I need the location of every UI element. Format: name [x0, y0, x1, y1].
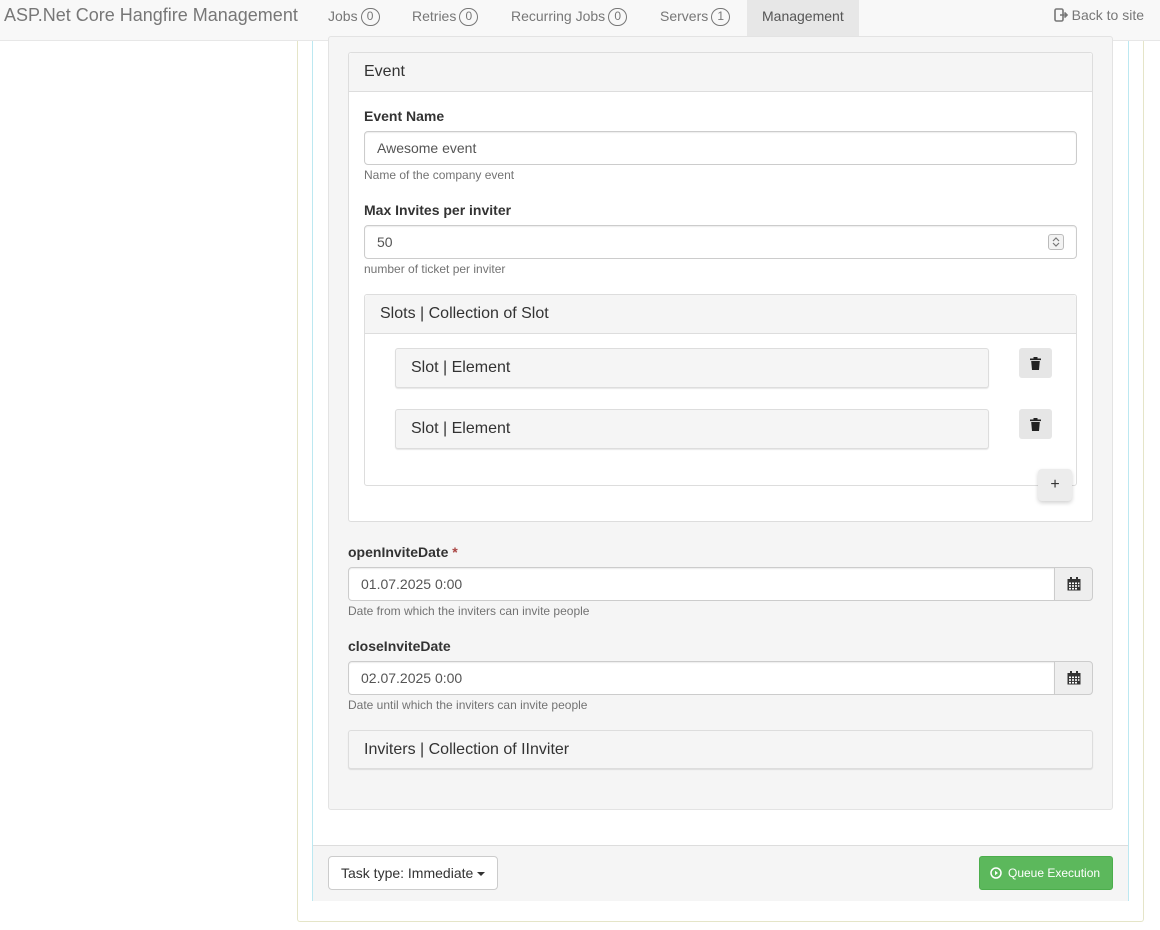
open-invite-date-picker-button[interactable]: [1054, 567, 1093, 601]
event-name-input[interactable]: Awesome event: [364, 131, 1077, 165]
close-invite-date-input[interactable]: 02.07.2025 0:00: [348, 661, 1055, 695]
servers-count-badge: 1: [711, 8, 731, 26]
slot-element-1[interactable]: Slot | Element: [395, 348, 989, 388]
nav-jobs-label: Jobs: [328, 8, 358, 24]
caret-down-icon: [477, 872, 486, 877]
task-type-label: Task type: Immediate: [341, 865, 474, 881]
nav-management-label: Management: [762, 8, 844, 24]
brand-title[interactable]: ASP.Net Core Hangfire Management: [4, 5, 298, 25]
jobs-count-badge: 0: [360, 8, 380, 26]
task-type-dropdown[interactable]: Task type: Immediate: [328, 856, 498, 890]
delete-slot-1-button[interactable]: [1019, 348, 1052, 378]
open-invite-date-label-text: openInviteDate: [348, 544, 449, 560]
nav-jobs[interactable]: Jobs 0: [313, 0, 395, 40]
event-panel-title: Event: [349, 53, 1092, 92]
retries-count-badge: 0: [459, 8, 479, 26]
inviters-collection-panel[interactable]: Inviters | Collection of IInviter: [348, 730, 1093, 769]
back-to-site-link[interactable]: Back to site: [1053, 0, 1144, 40]
queue-execution-label: Queue Execution: [1008, 866, 1101, 880]
max-invites-value: 50: [377, 234, 393, 250]
nav-retries-label: Retries: [412, 8, 457, 24]
calendar-icon: [1067, 671, 1080, 685]
number-spinner[interactable]: [1048, 234, 1064, 250]
nav-retries[interactable]: Retries 0: [397, 0, 493, 40]
open-invite-date-label: openInviteDate *: [348, 544, 458, 560]
spinner-arrows-icon: [1052, 237, 1060, 247]
max-invites-help: number of ticket per inviter: [364, 262, 506, 276]
slots-panel-title: Slots | Collection of Slot: [365, 295, 1076, 334]
back-to-site-label: Back to site: [1071, 7, 1144, 23]
sign-out-icon: [1053, 8, 1068, 22]
play-circle-icon: [990, 867, 1002, 879]
event-name-label: Event Name: [364, 108, 445, 124]
top-navbar: ASP.Net Core Hangfire Management Jobs 0 R…: [0, 0, 1160, 41]
nav-servers[interactable]: Servers 1: [645, 0, 745, 40]
nav-recurring-jobs[interactable]: Recurring Jobs 0: [496, 0, 642, 40]
slots-panel: Slots | Collection of Slot: [364, 294, 1077, 486]
trash-icon: [1030, 417, 1041, 431]
nav-recurring-jobs-label: Recurring Jobs: [511, 8, 606, 24]
close-invite-date-picker-button[interactable]: [1054, 661, 1093, 695]
max-invites-input[interactable]: 50: [364, 225, 1077, 259]
recurring-count-badge: 0: [608, 8, 628, 26]
max-invites-label: Max Invites per inviter: [364, 202, 512, 218]
nav-management[interactable]: Management: [747, 0, 859, 40]
calendar-icon: [1067, 577, 1080, 591]
close-invite-date-label: closeInviteDate: [348, 638, 451, 654]
open-invite-date-help: Date from which the inviters can invite …: [348, 604, 590, 618]
slot-element-2[interactable]: Slot | Element: [395, 409, 989, 449]
required-marker: *: [452, 544, 458, 560]
nav-servers-label: Servers: [660, 8, 709, 24]
queue-execution-button[interactable]: Queue Execution: [979, 856, 1113, 890]
delete-slot-2-button[interactable]: [1019, 409, 1052, 439]
event-name-help: Name of the company event: [364, 168, 515, 182]
open-invite-date-input[interactable]: 01.07.2025 0:00: [348, 567, 1055, 601]
add-slot-button[interactable]: +: [1038, 469, 1072, 501]
trash-icon: [1030, 356, 1041, 370]
close-invite-date-help: Date until which the inviters can invite…: [348, 698, 588, 712]
